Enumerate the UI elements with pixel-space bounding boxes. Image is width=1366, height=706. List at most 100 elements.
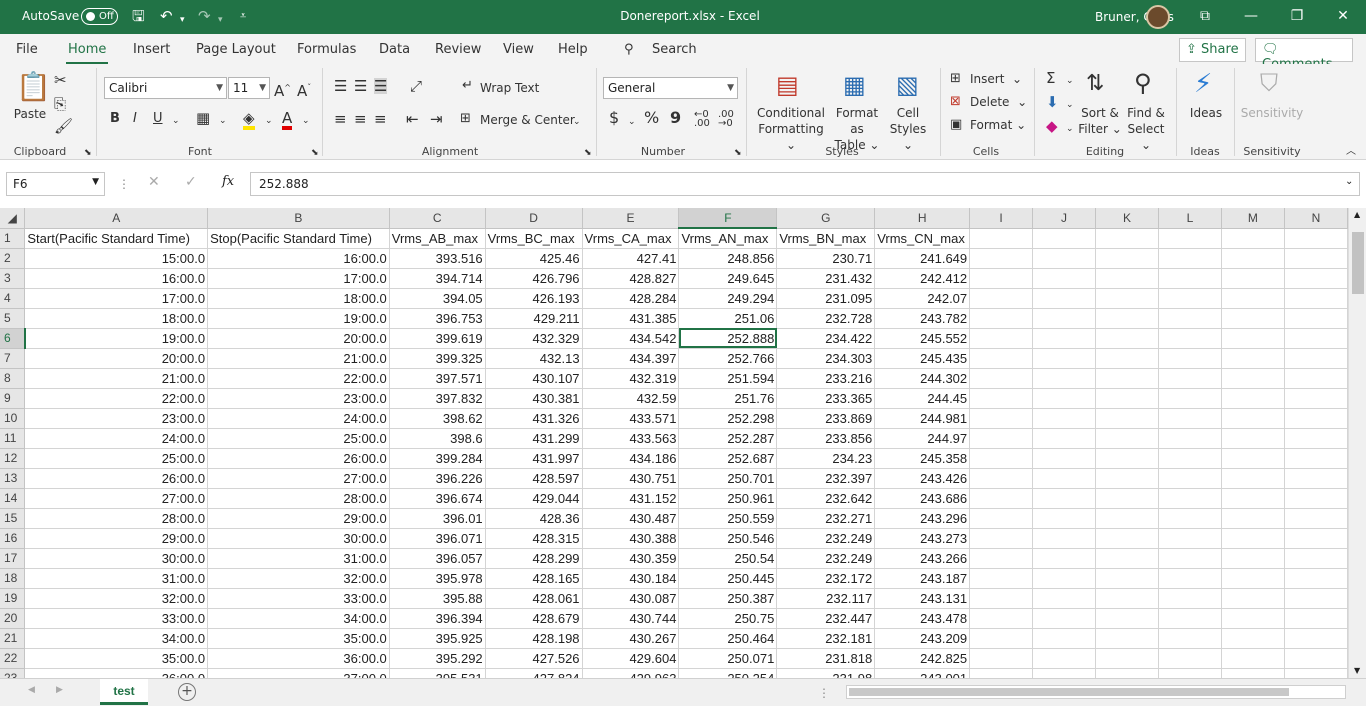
cell-a14[interactable]: 27:00.0: [24, 488, 209, 509]
cell-h18[interactable]: 243.187: [874, 568, 971, 589]
cell-c8[interactable]: 397.571: [389, 368, 486, 389]
cell-d6[interactable]: 432.329: [485, 328, 583, 349]
underline-button[interactable]: U: [153, 111, 163, 127]
cell-g19[interactable]: 232.117: [776, 588, 876, 609]
row-header-6[interactable]: 6: [0, 328, 26, 349]
cell-g15[interactable]: 232.271: [776, 508, 876, 529]
horizontal-scrollbar[interactable]: [846, 685, 1346, 699]
cell-h5[interactable]: 243.782: [874, 308, 971, 329]
cell-i20[interactable]: [969, 608, 1034, 629]
cell-i12[interactable]: [969, 448, 1034, 469]
cancel-entry-icon[interactable]: ✕: [148, 174, 160, 190]
cell-e2[interactable]: 427.41: [582, 248, 680, 269]
cell-j11[interactable]: [1032, 428, 1096, 449]
cell-f3[interactable]: 249.645: [678, 268, 778, 289]
cell-j10[interactable]: [1032, 408, 1096, 429]
insert-cells-icon[interactable]: ⊞: [950, 71, 961, 87]
tab-insert[interactable]: Insert: [133, 42, 170, 57]
sort-filter-icon[interactable]: ⇅: [1086, 72, 1104, 96]
cell-m11[interactable]: [1221, 428, 1285, 449]
cell-l1[interactable]: [1158, 228, 1222, 249]
scroll-up-icon[interactable]: ▲: [1354, 210, 1360, 219]
cell-n17[interactable]: [1284, 548, 1348, 569]
sheet-scroll-right-icon[interactable]: ▶: [56, 685, 63, 695]
cell-c19[interactable]: 395.88: [389, 588, 486, 609]
cell-f8[interactable]: 251.594: [678, 368, 778, 389]
cell-j14[interactable]: [1032, 488, 1096, 509]
cell-h23[interactable]: 243.001: [874, 668, 971, 678]
cell-j22[interactable]: [1032, 648, 1096, 669]
cell-c22[interactable]: 395.292: [389, 648, 486, 669]
cell-g3[interactable]: 231.432: [776, 268, 876, 289]
cell-n5[interactable]: [1284, 308, 1348, 329]
cell-g5[interactable]: 232.728: [776, 308, 876, 329]
column-header-n[interactable]: N: [1284, 208, 1348, 229]
undo-icon[interactable]: ↶: [160, 7, 173, 25]
cell-k22[interactable]: [1095, 648, 1159, 669]
italic-button[interactable]: I: [133, 111, 137, 127]
cell-k21[interactable]: [1095, 628, 1159, 649]
cell-m12[interactable]: [1221, 448, 1285, 469]
chevron-down-icon[interactable]: ⌄: [1066, 73, 1074, 89]
cell-n23[interactable]: [1284, 668, 1348, 678]
tab-formulas[interactable]: Formulas: [297, 42, 356, 57]
cell-j21[interactable]: [1032, 628, 1096, 649]
cell-n9[interactable]: [1284, 388, 1348, 409]
cell-a4[interactable]: 17:00.0: [24, 288, 209, 309]
cell-a5[interactable]: 18:00.0: [24, 308, 209, 329]
cell-e20[interactable]: 430.744: [582, 608, 680, 629]
cell-b6[interactable]: 20:00.0: [207, 328, 390, 349]
restore-icon[interactable]: ❐: [1274, 0, 1320, 34]
increase-font-icon[interactable]: A^: [274, 80, 291, 99]
cell-e16[interactable]: 430.388: [582, 528, 680, 549]
cell-n4[interactable]: [1284, 288, 1348, 309]
number-launcher-icon[interactable]: ⬊: [734, 145, 742, 161]
fill-color-icon[interactable]: ◈: [243, 110, 255, 130]
cell-l7[interactable]: [1158, 348, 1222, 369]
column-header-k[interactable]: K: [1095, 208, 1159, 229]
cell-e10[interactable]: 433.571: [582, 408, 680, 429]
cell-n10[interactable]: [1284, 408, 1348, 429]
cell-d22[interactable]: 427.526: [485, 648, 583, 669]
cell-m21[interactable]: [1221, 628, 1285, 649]
alignment-launcher-icon[interactable]: ⬊: [584, 145, 592, 161]
cell-l9[interactable]: [1158, 388, 1222, 409]
column-header-d[interactable]: D: [485, 208, 583, 229]
cell-n14[interactable]: [1284, 488, 1348, 509]
cell-h2[interactable]: 241.649: [874, 248, 971, 269]
cell-k12[interactable]: [1095, 448, 1159, 469]
cell-k13[interactable]: [1095, 468, 1159, 489]
tab-split-handle-icon[interactable]: ⋮: [818, 686, 830, 700]
cell-e4[interactable]: 428.284: [582, 288, 680, 309]
add-sheet-button[interactable]: +: [178, 683, 196, 701]
cell-k1[interactable]: [1095, 228, 1159, 249]
redo-dropdown-icon[interactable]: ▾: [218, 11, 223, 29]
cell-d21[interactable]: 428.198: [485, 628, 583, 649]
cell-d16[interactable]: 428.315: [485, 528, 583, 549]
cell-h20[interactable]: 243.478: [874, 608, 971, 629]
fill-icon[interactable]: ⬇: [1046, 94, 1059, 110]
cell-a11[interactable]: 24:00.0: [24, 428, 209, 449]
cell-g21[interactable]: 232.181: [776, 628, 876, 649]
decrease-decimal-icon[interactable]: .00 →0: [718, 110, 734, 129]
tab-home[interactable]: Home: [65, 42, 109, 65]
cell-n3[interactable]: [1284, 268, 1348, 289]
cell-f23[interactable]: 250.254: [678, 668, 778, 678]
ideas-icon[interactable]: ⚡: [1194, 70, 1212, 98]
tab-review[interactable]: Review: [435, 42, 481, 57]
chevron-down-icon[interactable]: ⌄: [573, 114, 581, 130]
cell-h7[interactable]: 245.435: [874, 348, 971, 369]
row-header-13[interactable]: 13: [0, 468, 26, 489]
cell-j3[interactable]: [1032, 268, 1096, 289]
cell-k15[interactable]: [1095, 508, 1159, 529]
cell-f7[interactable]: 252.766: [678, 348, 778, 369]
cell-f17[interactable]: 250.54: [678, 548, 778, 569]
select-all-button[interactable]: ◢: [0, 208, 26, 229]
cell-d23[interactable]: 427.824: [485, 668, 583, 678]
cell-a16[interactable]: 29:00.0: [24, 528, 209, 549]
cell-l2[interactable]: [1158, 248, 1222, 269]
cell-h1[interactable]: Vrms_CN_max: [874, 228, 971, 249]
cell-j2[interactable]: [1032, 248, 1096, 269]
cell-g2[interactable]: 230.71: [776, 248, 876, 269]
cell-f11[interactable]: 252.287: [678, 428, 778, 449]
